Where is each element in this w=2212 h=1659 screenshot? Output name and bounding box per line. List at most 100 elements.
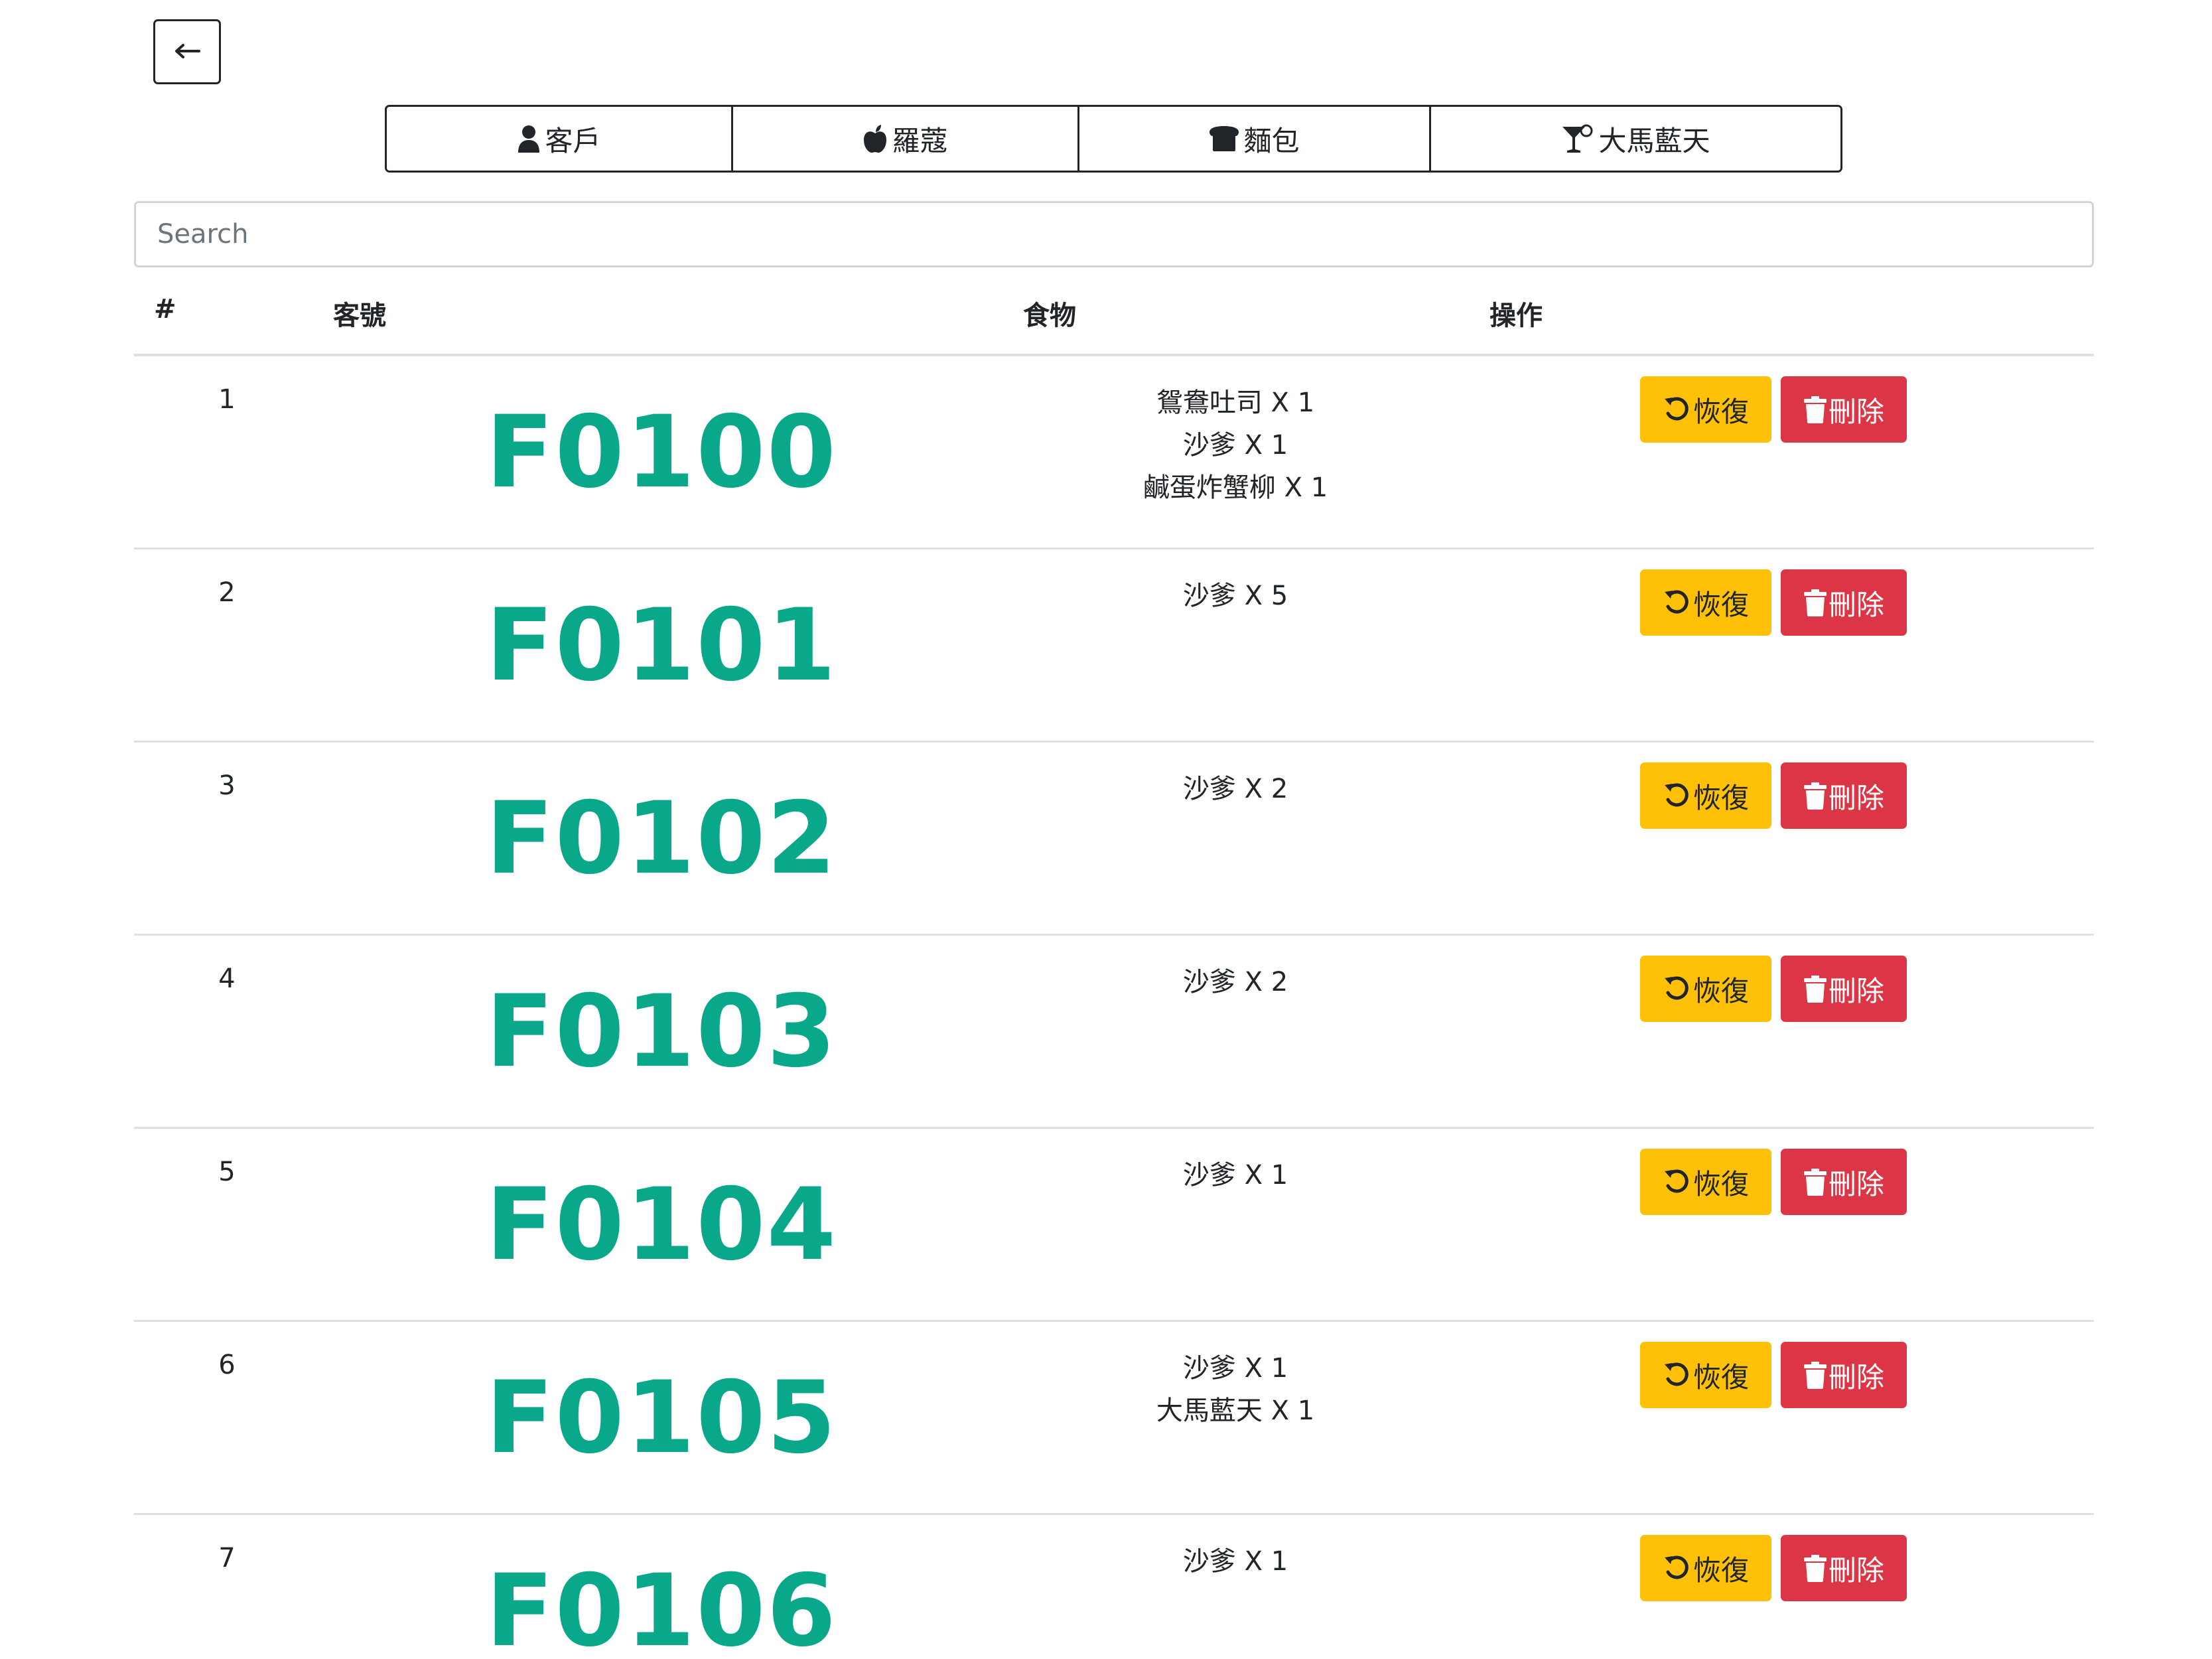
delete-button[interactable]: 刪除 xyxy=(1781,569,1907,636)
food-list: 沙爹 X 1 大馬藍天 X 1 xyxy=(1063,1347,1408,1432)
restore-button[interactable]: 恢復 xyxy=(1640,569,1771,636)
column-header-actions: 操作 xyxy=(1489,301,1543,331)
restore-button[interactable]: 恢復 xyxy=(1640,1149,1771,1215)
restore-label: 恢復 xyxy=(1693,1168,1749,1200)
customer-code: F0106 xyxy=(486,1553,837,1659)
category-label: 大馬藍天 xyxy=(1598,125,1710,157)
delete-button[interactable]: 刪除 xyxy=(1781,1342,1907,1408)
delete-button[interactable]: 刪除 xyxy=(1781,376,1907,443)
category-button-bread[interactable]: 麵包 xyxy=(1079,105,1431,173)
food-item: 沙爹 X 1 xyxy=(1182,1353,1288,1384)
trash-icon xyxy=(1803,975,1827,1003)
customer-code: F0103 xyxy=(486,974,837,1090)
food-item: 鹹蛋炸蟹柳 X 1 xyxy=(1142,472,1328,503)
row-index: 5 xyxy=(218,1157,236,1187)
category-button-cocktail[interactable]: 大馬藍天 xyxy=(1431,105,1842,173)
undo-icon xyxy=(1663,974,1692,1003)
restore-label: 恢復 xyxy=(1693,396,1749,427)
food-item: 鴛鴦吐司 X 1 xyxy=(1156,388,1315,418)
undo-icon xyxy=(1663,395,1692,424)
category-button-customer[interactable]: 客戶 xyxy=(385,105,733,173)
undo-icon xyxy=(1663,1167,1692,1196)
food-list: 鴛鴦吐司 X 1 沙爹 X 1 鹹蛋炸蟹柳 X 1 xyxy=(1063,382,1408,509)
table-row: 1 F0100 鴛鴦吐司 X 1 沙爹 X 1 鹹蛋炸蟹柳 X 1 恢復 刪除 xyxy=(134,356,2094,549)
trash-icon xyxy=(1803,1168,1827,1196)
undo-icon xyxy=(1663,1553,1692,1583)
food-list: 沙爹 X 1 xyxy=(1063,1540,1408,1583)
trash-icon xyxy=(1803,589,1827,616)
delete-button[interactable]: 刪除 xyxy=(1781,762,1907,829)
trash-icon xyxy=(1803,782,1827,810)
undo-icon xyxy=(1663,781,1692,810)
delete-button[interactable]: 刪除 xyxy=(1781,1535,1907,1601)
table-row: 7 F0106 沙爹 X 1 恢復 刪除 xyxy=(134,1515,2094,1659)
restore-label: 恢復 xyxy=(1693,1361,1749,1393)
delete-button[interactable]: 刪除 xyxy=(1781,1149,1907,1215)
food-item: 沙爹 X 2 xyxy=(1182,774,1288,804)
table-row: 4 F0103 沙爹 X 2 恢復 刪除 xyxy=(134,936,2094,1129)
bread-icon xyxy=(1209,125,1239,152)
customer-code: F0105 xyxy=(486,1360,837,1476)
restore-button[interactable]: 恢復 xyxy=(1640,1342,1771,1408)
undo-icon xyxy=(1663,1360,1692,1390)
trash-icon xyxy=(1803,396,1827,423)
restore-button[interactable]: 恢復 xyxy=(1640,376,1771,443)
customer-code: F0100 xyxy=(486,395,837,510)
row-index: 1 xyxy=(218,384,236,415)
row-index: 7 xyxy=(218,1543,236,1573)
delete-label: 刪除 xyxy=(1828,396,1884,427)
table-row: 3 F0102 沙爹 X 2 恢復 刪除 xyxy=(134,743,2094,936)
table-row: 5 F0104 沙爹 X 1 恢復 刪除 xyxy=(134,1129,2094,1322)
delete-button[interactable]: 刪除 xyxy=(1781,956,1907,1022)
delete-label: 刪除 xyxy=(1828,1361,1884,1393)
food-list: 沙爹 X 2 xyxy=(1063,768,1408,810)
column-header-index: # xyxy=(154,294,176,325)
undo-icon xyxy=(1663,588,1692,617)
delete-label: 刪除 xyxy=(1828,1168,1884,1200)
order-table-body: 1 F0100 鴛鴦吐司 X 1 沙爹 X 1 鹹蛋炸蟹柳 X 1 恢復 刪除 xyxy=(134,356,2094,1659)
trash-icon xyxy=(1803,1554,1827,1582)
row-index: 3 xyxy=(218,770,236,801)
column-header-customer: 客號 xyxy=(333,301,386,331)
back-button[interactable] xyxy=(153,19,221,84)
table-row: 2 F0101 沙爹 X 5 恢復 刪除 xyxy=(134,549,2094,743)
user-icon xyxy=(517,125,541,153)
restore-button[interactable]: 恢復 xyxy=(1640,956,1771,1022)
search-input[interactable] xyxy=(134,201,2094,267)
trash-icon xyxy=(1803,1361,1827,1389)
customer-code: F0102 xyxy=(486,781,837,897)
category-label: 麵包 xyxy=(1243,125,1300,157)
category-label: 客戶 xyxy=(545,125,601,157)
food-list: 沙爹 X 5 xyxy=(1063,575,1408,617)
delete-label: 刪除 xyxy=(1828,975,1884,1007)
restore-label: 恢復 xyxy=(1693,589,1749,620)
arrow-left-icon xyxy=(174,43,200,61)
food-item: 沙爹 X 2 xyxy=(1182,967,1288,997)
food-item: 沙爹 X 1 xyxy=(1182,430,1288,461)
row-index: 4 xyxy=(218,964,236,994)
restore-button[interactable]: 恢復 xyxy=(1640,762,1771,829)
food-item: 沙爹 X 5 xyxy=(1182,581,1288,611)
row-index: 6 xyxy=(218,1350,236,1380)
row-index: 2 xyxy=(218,577,236,608)
cocktail-icon xyxy=(1561,124,1594,153)
food-list: 沙爹 X 2 xyxy=(1063,961,1408,1003)
customer-code: F0104 xyxy=(486,1167,837,1283)
delete-label: 刪除 xyxy=(1828,1554,1884,1586)
category-label: 羅蔻 xyxy=(892,125,948,157)
delete-label: 刪除 xyxy=(1828,589,1884,620)
food-item: 大馬藍天 X 1 xyxy=(1156,1396,1315,1426)
table-row: 6 F0105 沙爹 X 1 大馬藍天 X 1 恢復 刪除 xyxy=(134,1322,2094,1515)
category-button-group: 客戶 羅蔻 麵包 大馬藍天 xyxy=(385,105,1842,173)
customer-code: F0101 xyxy=(486,588,837,703)
restore-label: 恢復 xyxy=(1693,782,1749,814)
restore-button[interactable]: 恢復 xyxy=(1640,1535,1771,1601)
delete-label: 刪除 xyxy=(1828,782,1884,814)
restore-label: 恢復 xyxy=(1693,975,1749,1007)
table-header: # 客號 食物 操作 xyxy=(134,267,2094,356)
category-button-apple[interactable]: 羅蔻 xyxy=(733,105,1079,173)
food-list: 沙爹 X 1 xyxy=(1063,1154,1408,1196)
apple-icon xyxy=(863,124,888,153)
app-root: 客戶 羅蔻 麵包 大馬藍天 Search # 客號 食物 操作 1 F0100 … xyxy=(0,0,2212,1659)
column-header-food: 食物 xyxy=(1023,301,1076,331)
